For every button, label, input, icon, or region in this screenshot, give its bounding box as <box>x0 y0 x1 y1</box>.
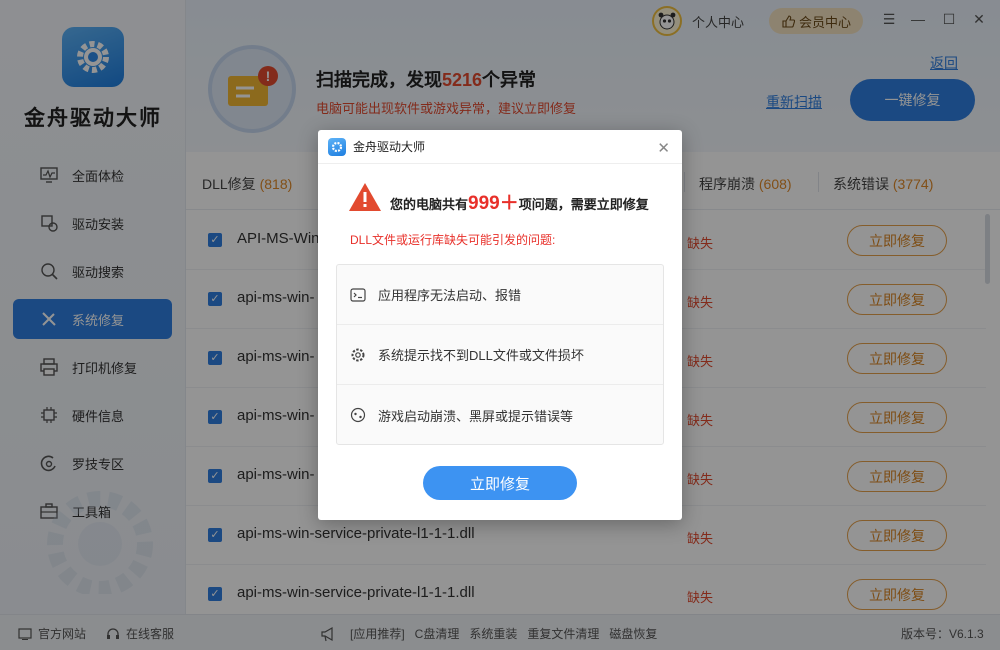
headline-prefix: 您的电脑共有 <box>390 197 469 212</box>
dialog-headline: 您的电脑共有999＋项问题，需要立即修复 <box>390 188 649 215</box>
app-logo-icon <box>328 137 346 156</box>
dialog-title: 金舟驱动大师 <box>353 140 426 154</box>
dialog-fix-button[interactable]: 立即修复 <box>423 466 577 500</box>
problem-item: 应用程序无法启动、报错 <box>337 265 663 325</box>
dialog-cause: DLL文件或运行库缺失可能引发的问题: <box>350 233 556 247</box>
problem-count: 999＋ <box>468 193 519 214</box>
problem-text: 游戏启动崩溃、黑屏或提示错误等 <box>378 408 574 424</box>
terminal-icon <box>349 286 367 304</box>
problem-item: 系统提示找不到DLL文件或文件损坏 <box>337 325 663 385</box>
warning-icon <box>349 183 381 211</box>
problem-text: 系统提示找不到DLL文件或文件损坏 <box>378 348 584 363</box>
headline-suffix: 项问题，需要立即修复 <box>518 197 649 212</box>
problem-list: 应用程序无法启动、报错 系统提示找不到DLL文件或文件损坏 游戏启动崩溃、黑屏或… <box>336 264 664 445</box>
issue-dialog: 金舟驱动大师 ✕ 您的电脑共有999＋项问题，需要立即修复 DLL文件或运行库缺… <box>318 130 682 520</box>
dialog-close-icon[interactable]: ✕ <box>657 139 670 157</box>
problem-text: 应用程序无法启动、报错 <box>378 288 522 303</box>
problem-item: 游戏启动崩溃、黑屏或提示错误等 <box>337 385 663 445</box>
gamepad-icon <box>349 406 367 424</box>
gear-icon <box>349 346 367 364</box>
dialog-header: 金舟驱动大师 <box>318 130 682 164</box>
